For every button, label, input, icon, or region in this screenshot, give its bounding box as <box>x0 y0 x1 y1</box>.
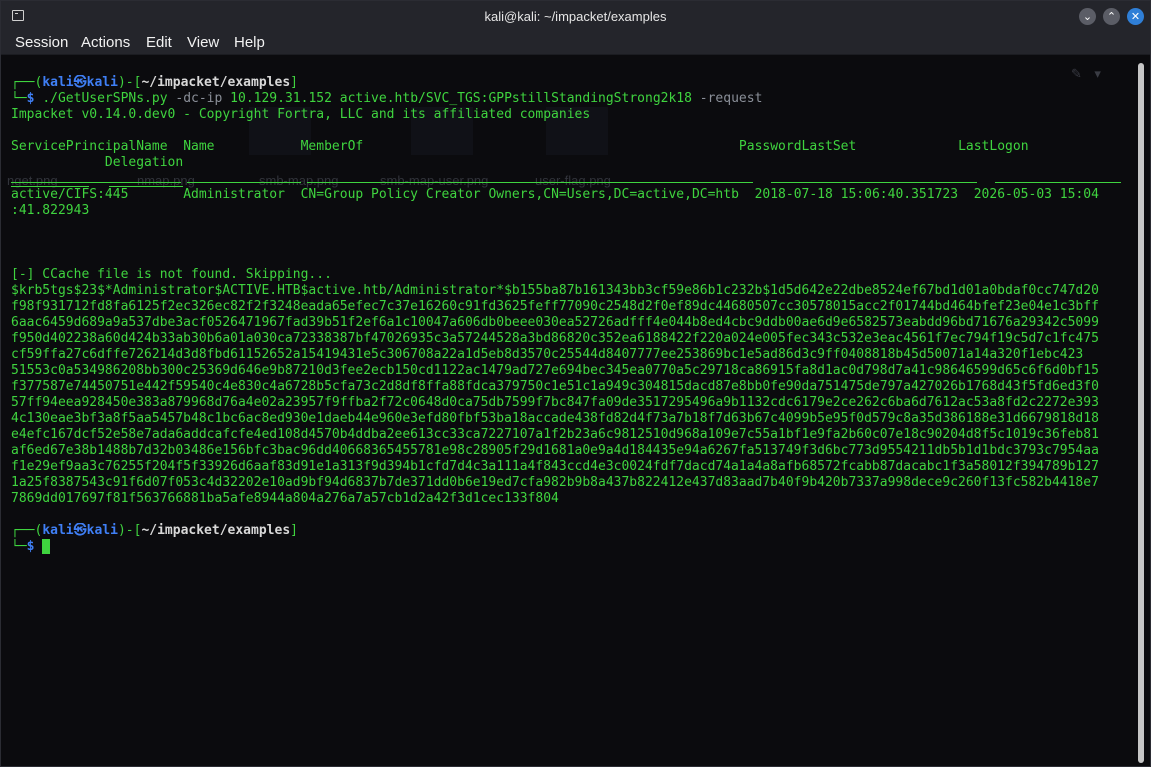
command-opt-request: -request <box>699 91 763 106</box>
prompt-symbol: $ <box>26 91 35 106</box>
menu-bar: Session Actions Edit View Help <box>1 32 1150 55</box>
prompt-user: kali <box>42 75 74 90</box>
table-separator <box>11 171 1124 187</box>
menu-actions[interactable]: Actions <box>81 33 130 53</box>
prompt-line: ┌──(kali㉿kali)-[~/impacket/examples] <box>11 75 298 90</box>
table-header-row: ServicePrincipalName Name MemberOf Passw… <box>11 139 1124 155</box>
table-row-wrap: :41.822943 <box>11 203 90 218</box>
prompt-user: kali <box>42 523 74 538</box>
maximize-icon: ⌃ <box>1106 10 1117 23</box>
hash-line: f98f931712fd8fa6125f2ec326ec82f2f3248ead… <box>11 299 1099 314</box>
command-opt-dcip: -dc-ip <box>175 91 223 106</box>
prompt-at: ㉿ <box>73 75 87 90</box>
hash-line: f950d402238a60d424b33ab30b6a01a030ca7233… <box>11 331 1099 346</box>
hash-line: 51553c0a534986208bb300c25369d646e9b87210… <box>11 363 1099 378</box>
prompt-at: ㉿ <box>73 523 87 538</box>
table-header-row-wrap: Delegation <box>11 155 1124 171</box>
prompt-host: kali <box>86 75 118 90</box>
row-pwdlastset: 2018-07-18 15:06:40.351723 <box>754 187 959 202</box>
hash-line: 57ff94eea928450e383a879968d76a4e02a23957… <box>11 395 1099 410</box>
menu-view[interactable]: View <box>187 33 219 53</box>
prompt-line: ┌──(kali㉿kali)-[~/impacket/examples] <box>11 523 298 538</box>
command-line: └─$ <box>11 539 1124 555</box>
text-cursor[interactable] <box>42 539 51 554</box>
impacket-banner: Impacket v0.14.0.dev0 - Copyright Fortra… <box>11 107 591 122</box>
row-spn: active/CIFS:445 <box>11 187 129 202</box>
table-row: active/CIFS:445 Administrator CN=Group P… <box>11 187 1124 203</box>
vertical-scrollbar[interactable] <box>1130 55 1150 766</box>
command-line: └─$ ./GetUserSPNs.py -dc-ip 10.129.31.15… <box>11 91 763 106</box>
row-name: Administrator <box>183 187 285 202</box>
minimize-icon: ⌄ <box>1082 10 1093 23</box>
title-bar[interactable]: kali@kali: ~/impacket/examples ⌄ ⌃ ✕ <box>1 1 1150 33</box>
window-title: kali@kali: ~/impacket/examples <box>484 9 667 24</box>
row-lastlogon: 2026-05-03 15:04 <box>973 187 1099 202</box>
close-button[interactable]: ✕ <box>1127 8 1144 25</box>
header-name: Name <box>183 139 215 154</box>
hash-line: 7869dd017697f81f563766881ba5afe8944a804a… <box>11 491 559 506</box>
hash-line: f1e29ef9aa3c76255f204f5f33926d6aaf83d91e… <box>11 459 1099 474</box>
close-icon: ✕ <box>1130 10 1141 23</box>
ccache-message: [-] CCache file is not found. Skipping..… <box>11 267 332 282</box>
terminal-text: ┌──(kali㉿kali)-[~/impacket/examples] └─$… <box>11 75 1124 555</box>
command-creds: active.htb/SVC_TGS:GPPstillStandingStron… <box>339 91 692 106</box>
maximize-button[interactable]: ⌃ <box>1103 8 1120 25</box>
menu-edit[interactable]: Edit <box>146 33 172 53</box>
prompt-symbol: $ <box>26 539 35 554</box>
hash-line: 4c130eae3bf3a8f5aa5457b48c1bc6ac8ed930e1… <box>11 411 1099 426</box>
menu-session[interactable]: Session <box>15 33 68 53</box>
scrollbar-thumb[interactable] <box>1138 63 1144 763</box>
hash-line: 6aac6459d689a9a537dbe3acf0526471967fad39… <box>11 315 1099 330</box>
hash-line: af6ed67e38b1488b7d32b03486e156bfc3bac96d… <box>11 443 1099 458</box>
header-pwdlastset: PasswordLastSet <box>738 139 857 154</box>
prompt-host: kali <box>86 523 118 538</box>
header-lastlogon: LastLogon <box>958 139 1029 154</box>
hash-line: $krb5tgs$23$*Administrator$ACTIVE.HTB$ac… <box>11 283 1099 298</box>
hash-line: 1a25f8387543c91f6d07f053c4d32202e10ad9bf… <box>11 475 1099 490</box>
row-memberof: CN=Group Policy Creator Owners,CN=Users,… <box>300 187 739 202</box>
header-spn: ServicePrincipalName <box>11 139 168 154</box>
header-delegation: Delegation <box>104 155 184 170</box>
command-script: ./GetUserSPNs.py <box>42 91 168 106</box>
hash-line: e4efc167dcf52e58e7ada6addcafcfe4ed108d45… <box>11 427 1099 442</box>
terminal-window: kali@kali: ~/impacket/examples ⌄ ⌃ ✕ Ses… <box>0 0 1151 767</box>
command-ip: 10.129.31.152 <box>230 91 332 106</box>
prompt-path: ~/impacket/examples <box>141 523 291 538</box>
menu-help[interactable]: Help <box>234 33 265 53</box>
hash-line: cf59ffa27c6dffe726214d3d8fbd61152652a154… <box>11 347 1084 362</box>
terminal-output-area[interactable]: nget.png nmap.png smb-map.png smb-map-us… <box>1 55 1132 766</box>
minimize-button[interactable]: ⌄ <box>1079 8 1096 25</box>
header-memberof: MemberOf <box>300 139 364 154</box>
prompt-path: ~/impacket/examples <box>141 75 291 90</box>
hash-line: f377587e74450751e442f59540c4e830c4a6728b… <box>11 379 1099 394</box>
